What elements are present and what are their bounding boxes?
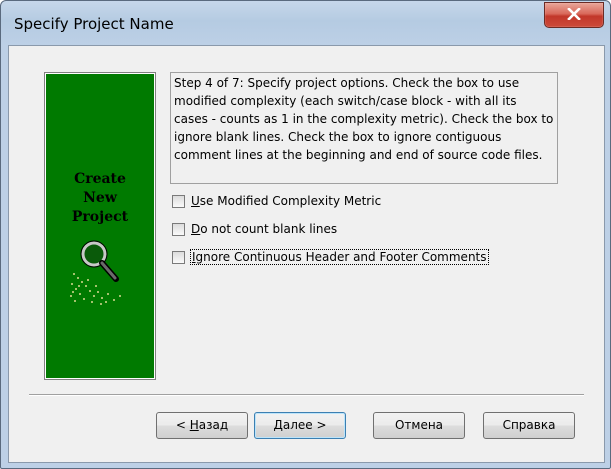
magnifier-icon: [70, 240, 121, 305]
title-bar[interactable]: Specify Project Name: [1, 1, 610, 45]
back-button[interactable]: < Назад: [156, 412, 248, 439]
use-modified-complexity-label[interactable]: Use Modified Complexity Metric: [191, 194, 381, 208]
ignore-header-footer-comments-checkbox[interactable]: [172, 250, 185, 264]
next-button[interactable]: Далее >: [254, 412, 346, 439]
dialog-window: Specify Project Name Create New Project: [0, 0, 611, 469]
button-separator: [29, 394, 584, 396]
use-modified-complexity-checkbox[interactable]: [172, 194, 185, 208]
cancel-button[interactable]: Отмена: [373, 412, 465, 439]
side-caption-line2: New: [83, 190, 117, 206]
side-caption-line1: Create: [74, 171, 126, 187]
do-not-count-blank-lines-label[interactable]: Do not count blank lines: [191, 222, 337, 236]
do-not-count-blank-lines-checkbox[interactable]: [172, 222, 185, 236]
wizard-side-panel: Create New Project: [44, 72, 156, 380]
window-title: Specify Project Name: [14, 15, 174, 33]
dialog-body: Create New Project Step 4 of 7: Specify …: [8, 45, 605, 463]
option-ignore-header-footer-comments[interactable]: Ignore Continuous Header and Footer Comm…: [172, 248, 489, 266]
option-use-modified-complexity[interactable]: Use Modified Complexity Metric: [172, 192, 381, 210]
side-caption-line3: Project: [71, 209, 129, 225]
ignore-header-footer-comments-label[interactable]: Ignore Continuous Header and Footer Comm…: [190, 249, 489, 265]
option-do-not-count-blank-lines[interactable]: Do not count blank lines: [172, 220, 337, 238]
close-icon: [567, 8, 581, 20]
help-button[interactable]: Справка: [483, 412, 575, 439]
step-description: Step 4 of 7: Specify project options. Ch…: [170, 72, 558, 184]
close-button[interactable]: [544, 2, 604, 28]
side-panel-caption: Create New Project: [46, 170, 154, 227]
